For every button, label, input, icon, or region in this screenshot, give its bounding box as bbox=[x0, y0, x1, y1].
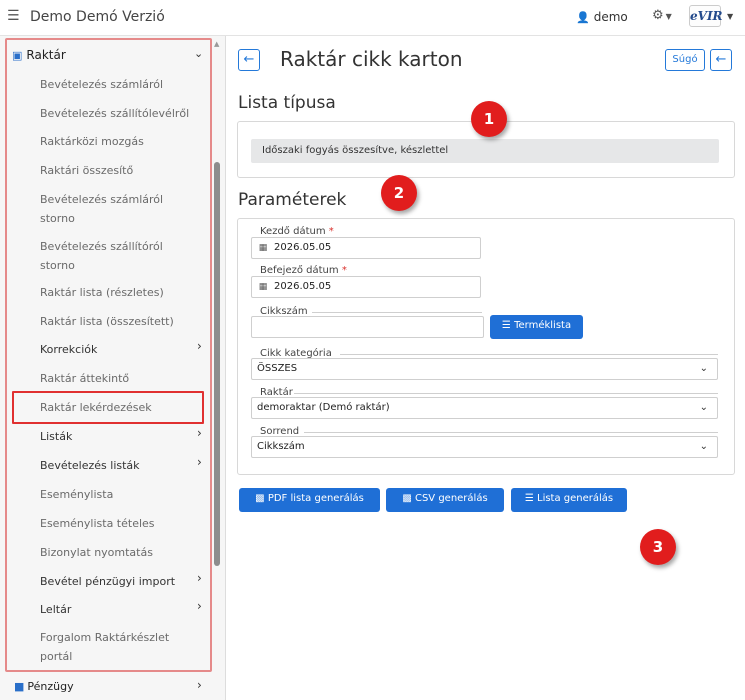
pdf-generate-button[interactable]: ▩ PDF lista generálás bbox=[239, 488, 380, 512]
start-date-label-text: Kezdő dátum bbox=[260, 226, 326, 237]
sidebar-item[interactable]: Bevételezés számláról bbox=[40, 75, 200, 94]
required-mark: * bbox=[328, 226, 334, 237]
caret-down-icon: ▼ bbox=[665, 12, 672, 21]
start-date-label: Kezdő dátum * bbox=[260, 226, 334, 237]
field-outline bbox=[304, 432, 718, 433]
chevron-right-icon[interactable]: › bbox=[197, 571, 202, 585]
user-menu[interactable]: 👤 demo bbox=[576, 10, 628, 24]
highlight-box bbox=[12, 391, 204, 424]
params-heading: Paraméterek bbox=[238, 190, 347, 210]
list-type-value[interactable]: Időszaki fogyás összesítve, készlettel bbox=[251, 139, 719, 163]
start-date-field[interactable]: ▦ 2026.05.05 bbox=[251, 237, 481, 259]
sku-input[interactable] bbox=[251, 316, 484, 338]
hamburger-menu-icon[interactable]: ☰ bbox=[7, 8, 20, 24]
sidebar-item[interactable]: Bevételezés szállítólevélről bbox=[40, 104, 200, 123]
chevron-right-icon[interactable]: › bbox=[197, 599, 202, 613]
settings-menu[interactable]: ⚙ ▼ bbox=[652, 8, 672, 23]
csv-button-label: CSV generálás bbox=[414, 493, 488, 504]
caret-down-icon[interactable]: ▼ bbox=[727, 12, 733, 21]
end-date-label-text: Befejező dátum bbox=[260, 265, 339, 276]
scroll-up-arrow-icon[interactable]: ▲ bbox=[214, 40, 222, 48]
sidebar-item[interactable]: Raktári összesítő bbox=[40, 161, 200, 180]
end-date-label: Befejező dátum * bbox=[260, 265, 347, 276]
list-generate-button[interactable]: ☰ Lista generálás bbox=[511, 488, 627, 512]
csv-generate-button[interactable]: ▩ CSV generálás bbox=[386, 488, 504, 512]
csv-file-icon: ▩ bbox=[402, 493, 412, 504]
chevron-down-icon[interactable]: ⌄ bbox=[194, 47, 203, 60]
sidebar-item[interactable]: Eseménylista tételes bbox=[40, 514, 200, 533]
annotation-marker-3: 3 bbox=[640, 529, 676, 565]
product-list-button[interactable]: ☰ Terméklista bbox=[490, 315, 583, 339]
category-value: ÖSSZES bbox=[257, 363, 298, 374]
order-value: Cikkszám bbox=[257, 441, 305, 452]
category-select[interactable]: ÖSSZES ⌄ bbox=[251, 358, 718, 380]
sidebar-section-label: Raktár bbox=[26, 48, 66, 62]
order-select[interactable]: Cikkszám ⌄ bbox=[251, 436, 718, 458]
field-outline bbox=[312, 312, 482, 313]
chevron-down-icon: ⌄ bbox=[699, 441, 708, 452]
sidebar-section-raktar[interactable]: ▣ Raktár bbox=[12, 48, 66, 62]
end-date-value: 2026.05.05 bbox=[274, 281, 332, 292]
page-title: Raktár cikk karton bbox=[280, 47, 463, 71]
sidebar-section-label: Pénzügy bbox=[27, 680, 74, 693]
list-icon: ☰ bbox=[524, 493, 534, 504]
required-mark: * bbox=[341, 265, 347, 276]
money-icon: ■ bbox=[14, 680, 25, 693]
warehouse-icon: ▣ bbox=[12, 49, 23, 62]
calendar-icon[interactable]: ▦ bbox=[252, 277, 274, 297]
top-bar: ☰ Demo Demó Verzió 👤 demo ⚙ ▼ eVIR ▼ bbox=[0, 0, 745, 36]
sidebar-item[interactable]: Forgalom Raktárkészlet portál bbox=[40, 628, 190, 666]
product-list-button-label: Terméklista bbox=[514, 320, 572, 331]
chevron-down-icon: ⌄ bbox=[699, 402, 708, 413]
sidebar-item-listak[interactable]: Listák bbox=[40, 427, 200, 446]
help-button[interactable]: Súgó bbox=[665, 49, 705, 71]
pdf-file-icon: ▩ bbox=[255, 493, 265, 504]
list-button-label: Lista generálás bbox=[537, 493, 614, 504]
sidebar-item[interactable]: Bevételezés szállítóról storno bbox=[40, 237, 190, 275]
app-title: Demo Demó Verzió bbox=[30, 9, 165, 25]
list-icon: ☰ bbox=[501, 320, 511, 331]
sidebar-scrollbar[interactable] bbox=[214, 162, 220, 566]
chevron-down-icon: ⌄ bbox=[699, 363, 708, 374]
sidebar-item-korrekciok[interactable]: Korrekciók bbox=[40, 340, 200, 359]
sidebar-section-penzugy[interactable]: ■ Pénzügy bbox=[14, 680, 74, 693]
warehouse-value: demoraktar (Demó raktár) bbox=[257, 402, 390, 413]
user-icon: 👤 bbox=[576, 11, 590, 24]
back-button-right[interactable]: ← bbox=[710, 49, 732, 71]
sidebar-item-bevetel-penzugyi-import[interactable]: Bevétel pénzügyi import bbox=[40, 572, 200, 591]
back-button[interactable]: ← bbox=[238, 49, 260, 71]
chevron-right-icon[interactable]: › bbox=[197, 426, 202, 440]
sidebar-item-bevetelezes-listak[interactable]: Bevételezés listák bbox=[40, 456, 200, 475]
chevron-right-icon[interactable]: › bbox=[197, 678, 202, 692]
arrow-left-icon: ← bbox=[243, 52, 255, 67]
chevron-right-icon[interactable]: › bbox=[197, 339, 202, 353]
sidebar-item[interactable]: Bevételezés számláról storno bbox=[40, 190, 190, 228]
sidebar-item[interactable]: Raktár áttekintő bbox=[40, 369, 200, 388]
evir-logo[interactable]: eVIR bbox=[689, 5, 723, 27]
sidebar-item[interactable]: Raktár lista (összesített) bbox=[40, 312, 200, 331]
user-name: demo bbox=[593, 10, 628, 24]
calendar-icon[interactable]: ▦ bbox=[252, 238, 274, 258]
chevron-right-icon[interactable]: › bbox=[197, 455, 202, 469]
list-type-heading: Lista típusa bbox=[238, 93, 336, 113]
annotation-marker-2: 2 bbox=[381, 175, 417, 211]
arrow-left-icon: ← bbox=[715, 52, 727, 67]
pdf-button-label: PDF lista generálás bbox=[267, 493, 364, 504]
sidebar-item[interactable]: Bizonylat nyomtatás bbox=[40, 543, 200, 562]
sidebar-item[interactable]: Raktárközi mozgás bbox=[40, 132, 200, 151]
sidebar-item[interactable]: Eseménylista bbox=[40, 485, 200, 504]
gear-icon: ⚙ bbox=[652, 8, 664, 23]
start-date-value: 2026.05.05 bbox=[274, 242, 332, 253]
warehouse-select[interactable]: demoraktar (Demó raktár) ⌄ bbox=[251, 397, 718, 419]
field-outline bbox=[294, 393, 718, 394]
annotation-marker-1: 1 bbox=[471, 101, 507, 137]
sidebar-item[interactable]: Raktár lista (részletes) bbox=[40, 283, 200, 302]
sidebar-item-leltar[interactable]: Leltár bbox=[40, 600, 200, 619]
end-date-field[interactable]: ▦ 2026.05.05 bbox=[251, 276, 481, 298]
field-outline bbox=[340, 354, 718, 355]
